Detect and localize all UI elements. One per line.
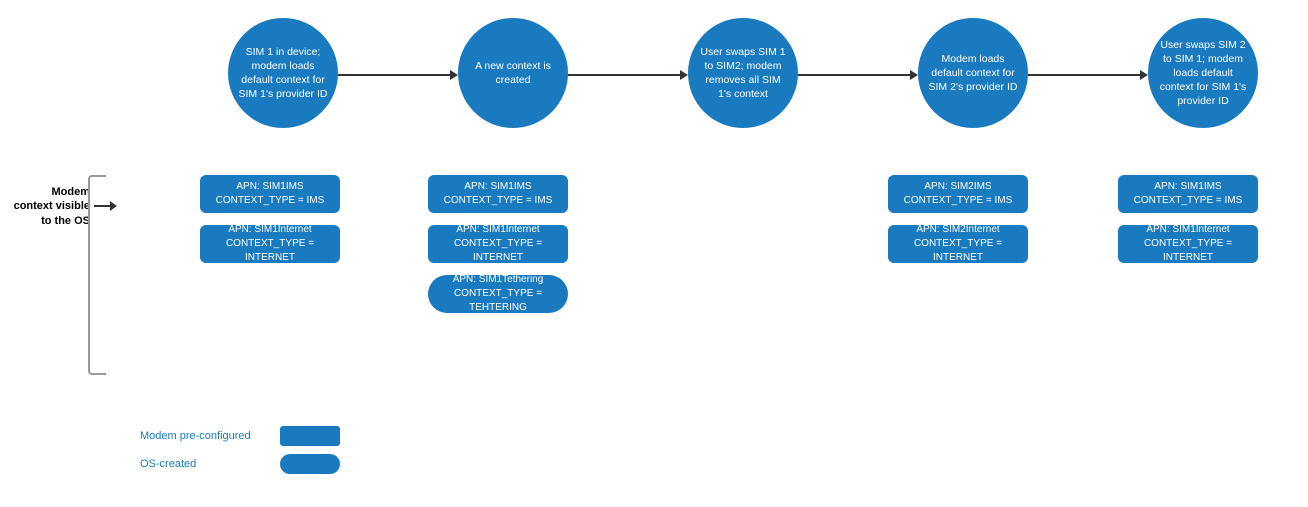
arrow-1 <box>338 70 458 80</box>
circle-2: A new context is created <box>458 18 568 128</box>
box-4-ims: APN: SIM2IMSCONTEXT_TYPE = IMS <box>888 175 1028 213</box>
legend-label-preconfigured: Modem pre-configured <box>140 430 280 442</box>
box-2-ims: APN: SIM1IMSCONTEXT_TYPE = IMS <box>428 175 568 213</box>
arrow-3 <box>798 70 918 80</box>
box-2-internet: APN: SIM1InternetCONTEXT_TYPE = INTERNET <box>428 225 568 263</box>
circle-3: User swaps SIM 1 to SIM2; modem removes … <box>688 18 798 128</box>
arrow-4 <box>1028 70 1148 80</box>
circle-5: User swaps SIM 2 to SIM 1; modem loads d… <box>1148 18 1258 128</box>
legend: Modem pre-configured OS-created <box>140 426 340 482</box>
diagram-container: SIM 1 in device; modem loads default con… <box>0 0 1308 507</box>
legend-pill-icon <box>280 454 340 474</box>
box-1-ims: APN: SIM1IMSCONTEXT_TYPE = IMS <box>200 175 340 213</box>
box-1-internet: APN: SIM1InternetCONTEXT_TYPE = INTERNET <box>200 225 340 263</box>
box-5-ims: APN: SIM1IMSCONTEXT_TYPE = IMS <box>1118 175 1258 213</box>
legend-label-os-created: OS-created <box>140 458 280 470</box>
os-label-text: Modem context visible to the OS <box>10 185 90 228</box>
os-bracket <box>88 175 106 375</box>
box-2-tethering: APN: SIM1TetheringCONTEXT_TYPE = TEHTERI… <box>428 275 568 313</box>
box-4-internet: APN: SIM2InternetCONTEXT_TYPE = INTERNET <box>888 225 1028 263</box>
arrow-2 <box>568 70 688 80</box>
circle-1: SIM 1 in device; modem loads default con… <box>228 18 338 128</box>
circle-4: Modem loads default context for SIM 2's … <box>918 18 1028 128</box>
legend-item-os-created: OS-created <box>140 454 340 474</box>
legend-rect-icon <box>280 426 340 446</box>
box-5-internet: APN: SIM1InternetCONTEXT_TYPE = INTERNET <box>1118 225 1258 263</box>
legend-item-preconfigured: Modem pre-configured <box>140 426 340 446</box>
